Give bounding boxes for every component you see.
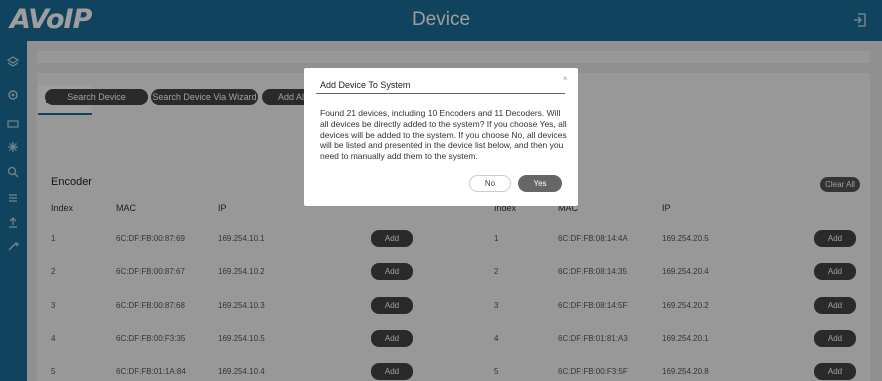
dialog-title: Add Device To System [320, 80, 411, 90]
close-icon[interactable]: × [563, 74, 568, 83]
dialog-message: Found 21 devices, including 10 Encoders … [320, 108, 567, 162]
no-button[interactable]: No [469, 175, 511, 192]
add-device-dialog: Add Device To System × Found 21 devices,… [304, 68, 578, 206]
yes-button[interactable]: Yes [518, 175, 562, 192]
dialog-divider [316, 93, 565, 94]
